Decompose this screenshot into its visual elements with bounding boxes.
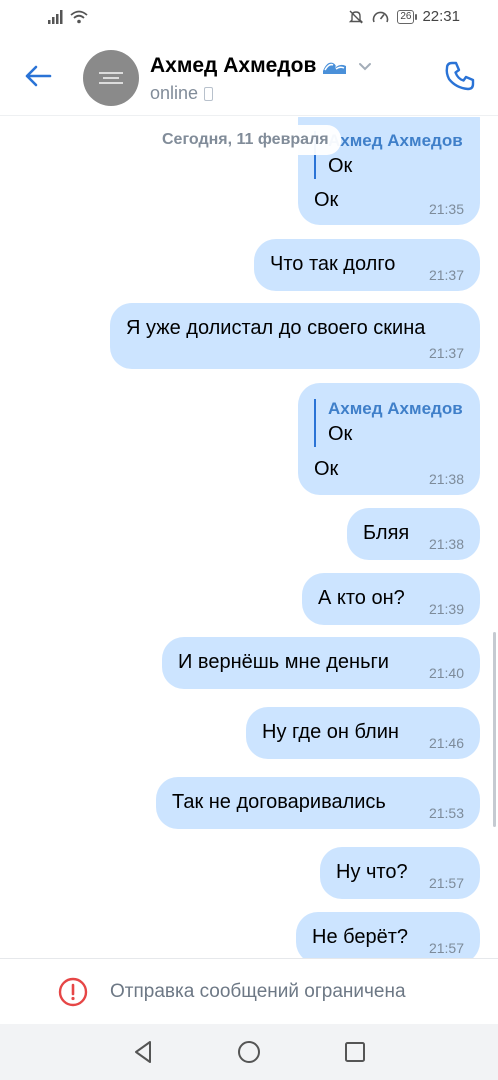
reply-text: Ок — [328, 423, 353, 445]
reply-quote[interactable]: Ахмед Ахмедов Ок — [314, 399, 463, 447]
wave-emoji-icon — [323, 62, 347, 74]
message-time: 21:38 — [428, 536, 464, 552]
clock: 22:31 — [422, 8, 460, 25]
restricted-message: Отправка сообщений ограничена — [110, 981, 406, 1002]
reply-text: Ок — [328, 155, 353, 177]
message-text: Так не договаривались — [172, 791, 386, 813]
message-bubble[interactable]: Ахмед Ахмедов Ок Ок 21:38 — [298, 383, 480, 495]
chevron-down-icon — [359, 63, 372, 71]
reply-author: Ахмед Ахмедов — [328, 399, 463, 418]
message-time: 21:53 — [428, 805, 464, 821]
avatar-pattern — [99, 72, 123, 74]
message-bubble[interactable]: Не берёт? 21:57 — [296, 912, 480, 958]
message-bubble[interactable]: Бляя 21:38 — [347, 508, 480, 560]
message-text: А кто он? — [318, 587, 405, 609]
warning-icon — [58, 977, 88, 1007]
message-time: 21:37 — [428, 345, 464, 361]
nav-back-icon[interactable] — [130, 1038, 158, 1066]
message-text: Бляя — [363, 522, 410, 544]
message-list[interactable]: Ахмед Ахмедов Ок Ок 21:35 Сегодня, 11 фе… — [0, 117, 498, 958]
message-text: Что так долго — [270, 253, 396, 275]
message-text: Ну где он блин — [262, 721, 399, 743]
message-time: 21:37 — [428, 267, 464, 283]
message-bubble[interactable]: Ну где он блин 21:46 — [246, 707, 480, 759]
message-text: Не берёт? — [312, 926, 409, 948]
message-time: 21:38 — [428, 471, 464, 487]
speedometer-icon — [373, 11, 389, 22]
avatar-pattern — [103, 77, 119, 79]
battery-level: 26 — [400, 11, 412, 22]
message-text: Ок — [314, 458, 339, 480]
message-text: И вернёшь мне деньги — [178, 651, 389, 673]
date-separator: Сегодня, 11 февраля — [150, 125, 341, 155]
mobile-online-icon — [204, 86, 214, 101]
phone-icon — [445, 61, 475, 91]
message-text: Ок — [314, 189, 339, 211]
call-button[interactable] — [442, 58, 478, 94]
nav-home-icon[interactable] — [235, 1038, 263, 1066]
back-button[interactable] — [20, 58, 56, 94]
wifi-icon — [70, 10, 88, 24]
avatar[interactable] — [83, 50, 139, 106]
reply-author: Ахмед Ахмедов — [328, 131, 463, 150]
message-text: Ну что? — [336, 861, 408, 883]
contact-status: online — [150, 83, 199, 103]
contact-status-row: online — [150, 83, 214, 104]
contact-name: Ахмед Ахмедов — [150, 54, 317, 77]
system-nav-bar — [0, 1024, 498, 1080]
message-time: 21:40 — [428, 665, 464, 681]
mute-bell-icon — [349, 10, 364, 23]
message-bubble[interactable]: Ну что? 21:57 — [320, 847, 480, 899]
contact-title[interactable]: Ахмед Ахмедов — [150, 54, 372, 78]
message-time: 21:39 — [428, 601, 464, 617]
message-time: 21:57 — [428, 875, 464, 891]
message-text: Я уже долистал до своего скина — [126, 317, 426, 339]
nav-recents-icon[interactable] — [341, 1038, 369, 1066]
message-time: 21:57 — [428, 940, 464, 956]
battery-icon: 26 — [397, 9, 418, 24]
messaging-restricted-bar: Отправка сообщений ограничена — [0, 958, 498, 1024]
avatar-pattern — [99, 82, 123, 84]
message-bubble[interactable]: Что так долго 21:37 — [254, 239, 480, 291]
chat-header: Ахмед Ахмедов online — [0, 38, 498, 116]
arrow-left-icon — [25, 65, 52, 87]
message-bubble[interactable]: Я уже долистал до своего скина 21:37 — [110, 303, 480, 369]
status-bar: 26 22:31 — [0, 0, 498, 38]
message-bubble[interactable]: А кто он? 21:39 — [302, 573, 480, 625]
message-time: 21:35 — [428, 201, 464, 217]
message-bubble[interactable]: И вернёшь мне деньги 21:40 — [162, 637, 480, 689]
message-time: 21:46 — [428, 735, 464, 751]
message-bubble[interactable]: Так не договаривались 21:53 — [156, 777, 480, 829]
scrollbar[interactable] — [493, 632, 496, 827]
signal-icon — [48, 10, 63, 24]
